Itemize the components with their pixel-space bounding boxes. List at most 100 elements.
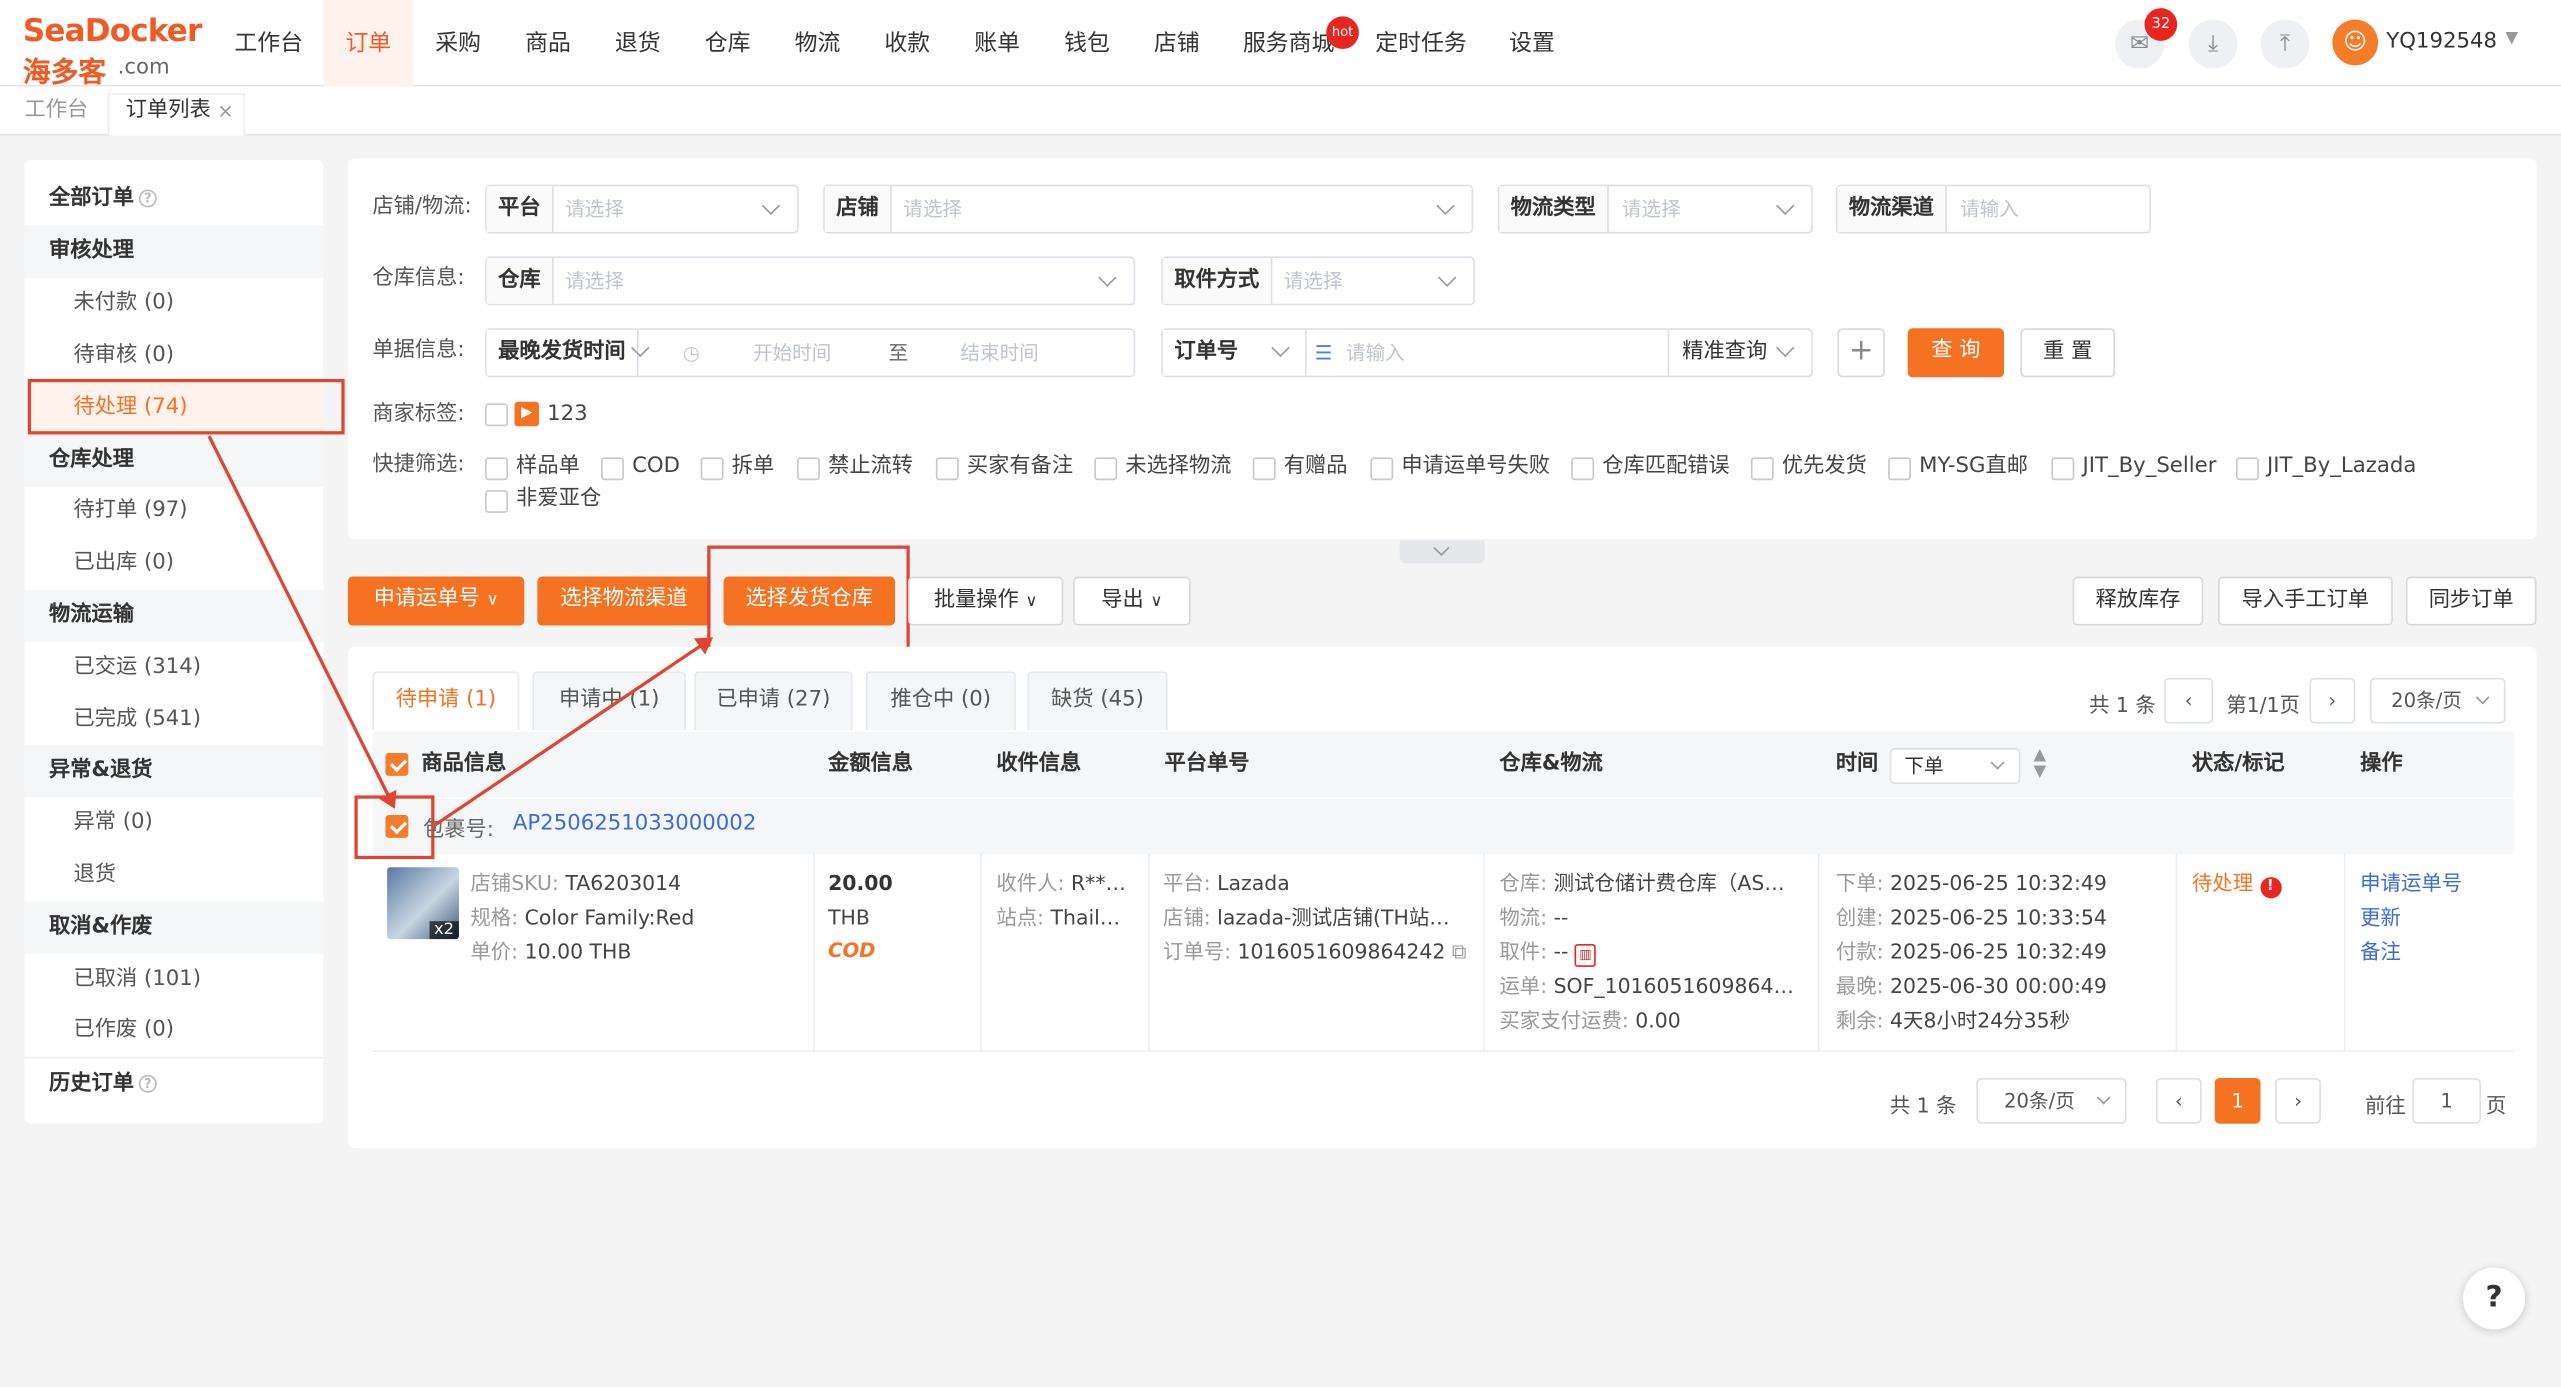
quick-filter-checkbox[interactable]	[1252, 457, 1276, 481]
bottom-prev-page-button[interactable]: ‹	[2155, 1077, 2202, 1124]
sidebar-item-cancelled[interactable]: 已取消 (101)	[73, 954, 201, 1006]
batch-input-icon[interactable]: ☰	[1315, 330, 1333, 376]
quick-filter-cod[interactable]: COD	[632, 452, 680, 481]
quick-filter-checkbox[interactable]	[2051, 457, 2075, 481]
batch-operations-button[interactable]: 批量操作 ∨	[908, 576, 1064, 626]
nav-workbench[interactable]: 工作台	[224, 0, 314, 87]
time-type-select[interactable]: 最晚发货时间	[486, 329, 639, 376]
current-page-button[interactable]: 1	[2214, 1077, 2261, 1124]
user-menu-chevron-icon[interactable]: ▼	[2505, 29, 2518, 47]
sidebar-group-audit[interactable]: 审核处理	[24, 225, 324, 278]
quick-filter-checkbox[interactable]	[485, 457, 508, 481]
quick-filter-checkbox[interactable]	[700, 457, 724, 481]
query-button[interactable]: 查 询	[1907, 328, 2005, 378]
quick-filter-no-logistics[interactable]: 未选择物流	[1125, 452, 1231, 481]
avatar[interactable]: ☺	[2332, 19, 2379, 66]
export-button[interactable]: 导出 ∨	[1073, 576, 1191, 626]
upload-icon[interactable]: ⤒	[2260, 19, 2310, 69]
quick-filter-non-aiya[interactable]: 非爱亚仓	[516, 485, 601, 514]
quick-filter-checkbox[interactable]	[1571, 457, 1595, 481]
product-thumbnail[interactable]: x2	[387, 867, 459, 940]
quick-filter-checkbox[interactable]	[485, 489, 508, 513]
sidebar-item-completed[interactable]: 已完成 (541)	[73, 694, 201, 746]
nav-shops[interactable]: 店铺	[1132, 0, 1222, 87]
quick-filter-my-sg[interactable]: MY-SG直邮	[1919, 452, 2028, 481]
sync-orders-button[interactable]: 同步订单	[2405, 576, 2537, 626]
top-next-page-button[interactable]: ›	[2309, 677, 2356, 724]
sidebar-item-delivered[interactable]: 已交运 (314)	[73, 642, 201, 694]
quick-filter-sample[interactable]: 样品单	[516, 452, 580, 481]
goto-page-input[interactable]: 1	[2412, 1077, 2481, 1124]
nav-returns[interactable]: 退货	[593, 0, 683, 87]
exact-query-select[interactable]: 精准查询	[1682, 330, 1767, 376]
sidebar-item-returns[interactable]: 退货	[73, 849, 115, 901]
quick-filter-warehouse-error[interactable]: 仓库匹配错误	[1602, 452, 1729, 481]
reset-button[interactable]: 重 置	[2020, 328, 2116, 378]
sidebar-group-abnormal[interactable]: 异常&退货	[24, 744, 324, 798]
copy-icon[interactable]: ⧉	[1452, 939, 1467, 963]
quick-filter-checkbox[interactable]	[935, 457, 959, 481]
nav-logistics[interactable]: 物流	[773, 0, 863, 87]
tab-order-list[interactable]: 订单列表	[126, 87, 211, 136]
package-number-link[interactable]: AP2506251033000002	[513, 812, 756, 836]
quick-filter-checkbox[interactable]	[1888, 457, 1911, 481]
start-time-input[interactable]: 开始时间	[753, 330, 831, 376]
sort-icon[interactable]: ▲ ▼	[2033, 747, 2046, 781]
top-prev-page-button[interactable]: ‹	[2164, 677, 2214, 724]
quick-filter-gift[interactable]: 有赠品	[1284, 452, 1348, 481]
sidebar-item-unpaid[interactable]: 未付款 (0)	[73, 278, 174, 330]
download-icon[interactable]: ⤓	[2188, 19, 2238, 69]
quick-filter-no-transfer[interactable]: 禁止流转	[828, 452, 913, 481]
order-number-input[interactable]: 请输入	[1346, 330, 1405, 376]
tab-workbench[interactable]: 工作台	[24, 87, 88, 136]
bottom-page-size-select[interactable]: 20条/页	[1976, 1077, 2127, 1124]
add-filter-button[interactable]: +	[1837, 328, 1885, 378]
quick-filter-checkbox[interactable]	[797, 457, 820, 481]
tab-pushing[interactable]: 推仓中 (0)	[865, 671, 1016, 731]
sidebar-item-shipped-out[interactable]: 已出库 (0)	[73, 537, 174, 589]
quick-filter-jit-lazada[interactable]: JIT_By_Lazada	[2267, 452, 2416, 481]
merchant-tag-checkbox[interactable]	[485, 403, 508, 427]
sidebar-all-orders[interactable]: 全部订单?	[49, 173, 157, 225]
username[interactable]: YQ192548	[2386, 29, 2497, 53]
shop-select[interactable]: 店铺 请选择	[823, 184, 1474, 234]
order-number-search[interactable]: 订单号 ☰ 请输入 精准查询	[1161, 328, 1813, 378]
select-channel-button[interactable]: 选择物流渠道	[537, 576, 711, 626]
sidebar-item-exception[interactable]: 异常 (0)	[73, 797, 152, 849]
bottom-next-page-button[interactable]: ›	[2275, 1077, 2321, 1124]
logo[interactable]: SeaDocker 海多客 .com	[23, 13, 203, 90]
quick-filter-checkbox[interactable]	[601, 457, 624, 481]
import-manual-button[interactable]: 导入手工订单	[2218, 576, 2393, 626]
sidebar-item-voided[interactable]: 已作废 (0)	[73, 1004, 174, 1056]
tab-close-icon[interactable]: ×	[217, 87, 233, 136]
nav-orders[interactable]: 订单	[323, 0, 414, 87]
tab-applying[interactable]: 申请中 (1)	[532, 671, 686, 731]
nav-settings[interactable]: 设置	[1491, 0, 1573, 87]
update-link[interactable]: 更新	[2360, 900, 2462, 934]
sidebar-history-orders[interactable]: 历史订单?	[49, 1058, 157, 1110]
quick-filter-checkbox[interactable]	[1750, 457, 1774, 481]
quick-filter-priority[interactable]: 优先发货	[1782, 452, 1867, 481]
remark-link[interactable]: 备注	[2360, 934, 2462, 968]
select-all-checkbox[interactable]	[385, 752, 409, 776]
time-sort-select[interactable]: 下单	[1889, 748, 2021, 784]
logistics-channel-input[interactable]: 物流渠道 请输入	[1835, 184, 2152, 234]
quick-filter-checkbox[interactable]	[1370, 457, 1394, 481]
apply-waybill-link[interactable]: 申请运单号	[2360, 866, 2462, 900]
apply-waybill-button[interactable]: 申请运单号 ∨	[347, 576, 525, 626]
quick-filter-checkbox[interactable]	[1094, 457, 1118, 481]
sidebar-group-logistics[interactable]: 物流运输	[24, 589, 324, 642]
sidebar-item-pending-review[interactable]: 待审核 (0)	[73, 330, 174, 382]
quick-filter-checkbox[interactable]	[2235, 457, 2259, 481]
nav-collection[interactable]: 收款	[862, 0, 952, 87]
quick-filter-split[interactable]: 拆单	[732, 452, 774, 481]
warehouse-select[interactable]: 仓库 请选择	[485, 256, 1136, 306]
sidebar-group-cancel[interactable]: 取消&作废	[24, 901, 324, 954]
tab-out-of-stock[interactable]: 缺货 (45)	[1027, 671, 1168, 731]
nav-products[interactable]: 商品	[503, 0, 593, 87]
logistics-type-select[interactable]: 物流类型 请选择	[1497, 184, 1813, 234]
quick-filter-buyer-note[interactable]: 买家有备注	[967, 452, 1073, 481]
help-button[interactable]: ?	[2463, 1267, 2526, 1330]
quick-filter-waybill-failed[interactable]: 申请运单号失败	[1401, 452, 1550, 481]
top-page-size-select[interactable]: 20条/页	[2369, 677, 2506, 724]
